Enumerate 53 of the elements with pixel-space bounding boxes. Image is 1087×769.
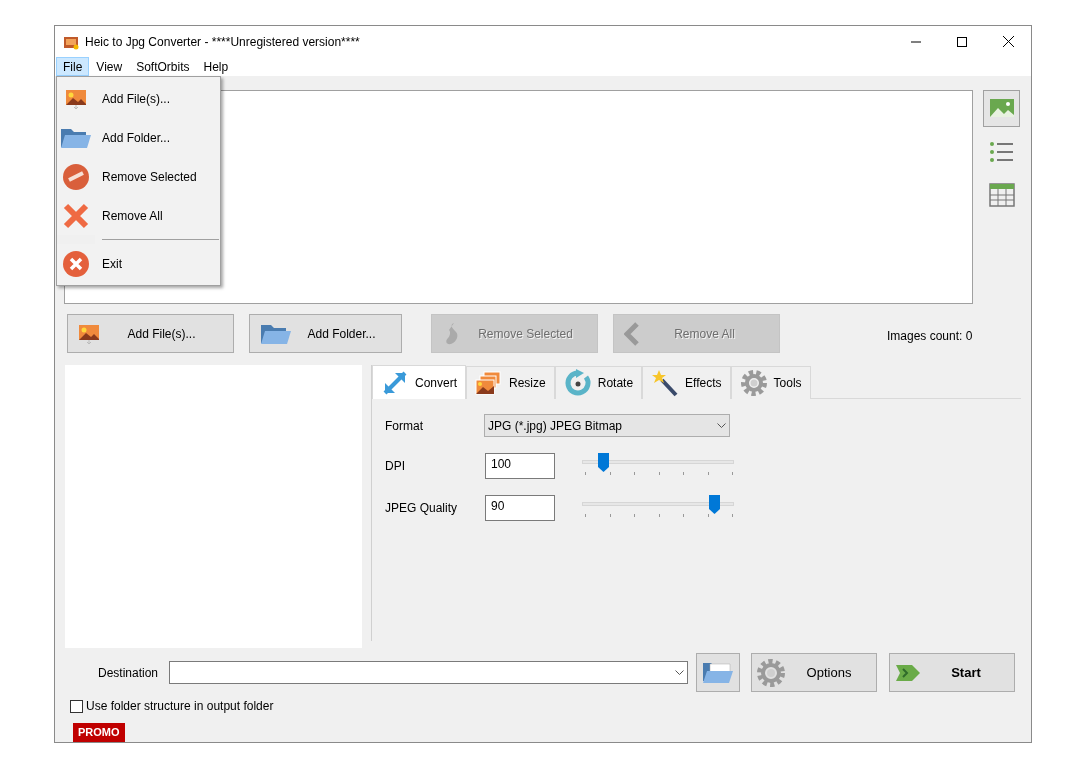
images-count: Images count: 0 [887,327,973,345]
tab[interactable]: Convert [372,365,467,399]
slider-thumb[interactable] [708,495,720,514]
format-dropdown[interactable]: JPG (*.jpg) JPEG Bitmap [484,414,730,437]
start-button[interactable]: Start [889,653,1015,692]
chevron-icon [624,321,640,346]
menu-item[interactable]: Remove All [57,196,220,235]
menu-item[interactable]: Exit [57,244,220,283]
chevron-down-icon [675,669,684,676]
rotate-icon [563,369,592,397]
tab[interactable]: Rotate [554,366,643,399]
number-field[interactable]: 90 [485,494,555,521]
chevron-down-icon [717,422,726,429]
browse-folder-button[interactable] [696,653,740,692]
destination-field[interactable] [169,661,688,684]
menu-item[interactable]: View [89,57,130,76]
menu-item[interactable]: Remove Selected [57,157,220,196]
folder-icon [702,660,734,685]
maximize-icon [957,36,967,47]
promo-badge[interactable]: PROMO [73,723,125,742]
picture-icon [65,87,87,110]
menu-item[interactable]: Add File(s)... [57,79,220,118]
tab[interactable]: Effects [642,366,731,399]
view-toggle[interactable] [983,90,1020,127]
field-label: Format [385,417,424,435]
picture-icon [78,322,100,345]
cross-icon [62,201,90,230]
magic-wand-icon [651,369,680,397]
tab[interactable]: Resize [466,366,555,399]
gear-icon [739,369,768,397]
checkbox-label[interactable]: Use folder structure in output folder [86,697,274,715]
window-title: Heic to Jpg Converter - ****Unregistered version**** [85,33,360,51]
field-label: DPI [385,457,406,475]
folder-icon [260,322,292,345]
field-label: Destination [98,664,160,682]
options-button[interactable]: Options [751,653,877,692]
slider-thumb[interactable] [597,453,609,472]
menu-item[interactable]: File [56,57,90,76]
folder-icon [60,126,92,149]
number-field[interactable]: 100 [485,452,555,479]
remove-icon [62,162,90,191]
menu-item[interactable]: Help [196,57,236,76]
close-icon [62,249,90,278]
checkbox[interactable] [70,699,83,713]
menu-item[interactable]: SoftOrbits [129,57,197,76]
tab[interactable]: Tools [730,366,811,399]
pictures-icon [475,369,504,397]
action-button[interactable]: Add Folder... [249,314,402,353]
close-icon [1002,36,1014,47]
gear-icon [756,657,786,688]
menu-item[interactable]: Add Folder... [57,118,220,157]
action-button[interactable]: Add File(s)... [67,314,234,353]
field-label: JPEG Quality [385,499,459,517]
